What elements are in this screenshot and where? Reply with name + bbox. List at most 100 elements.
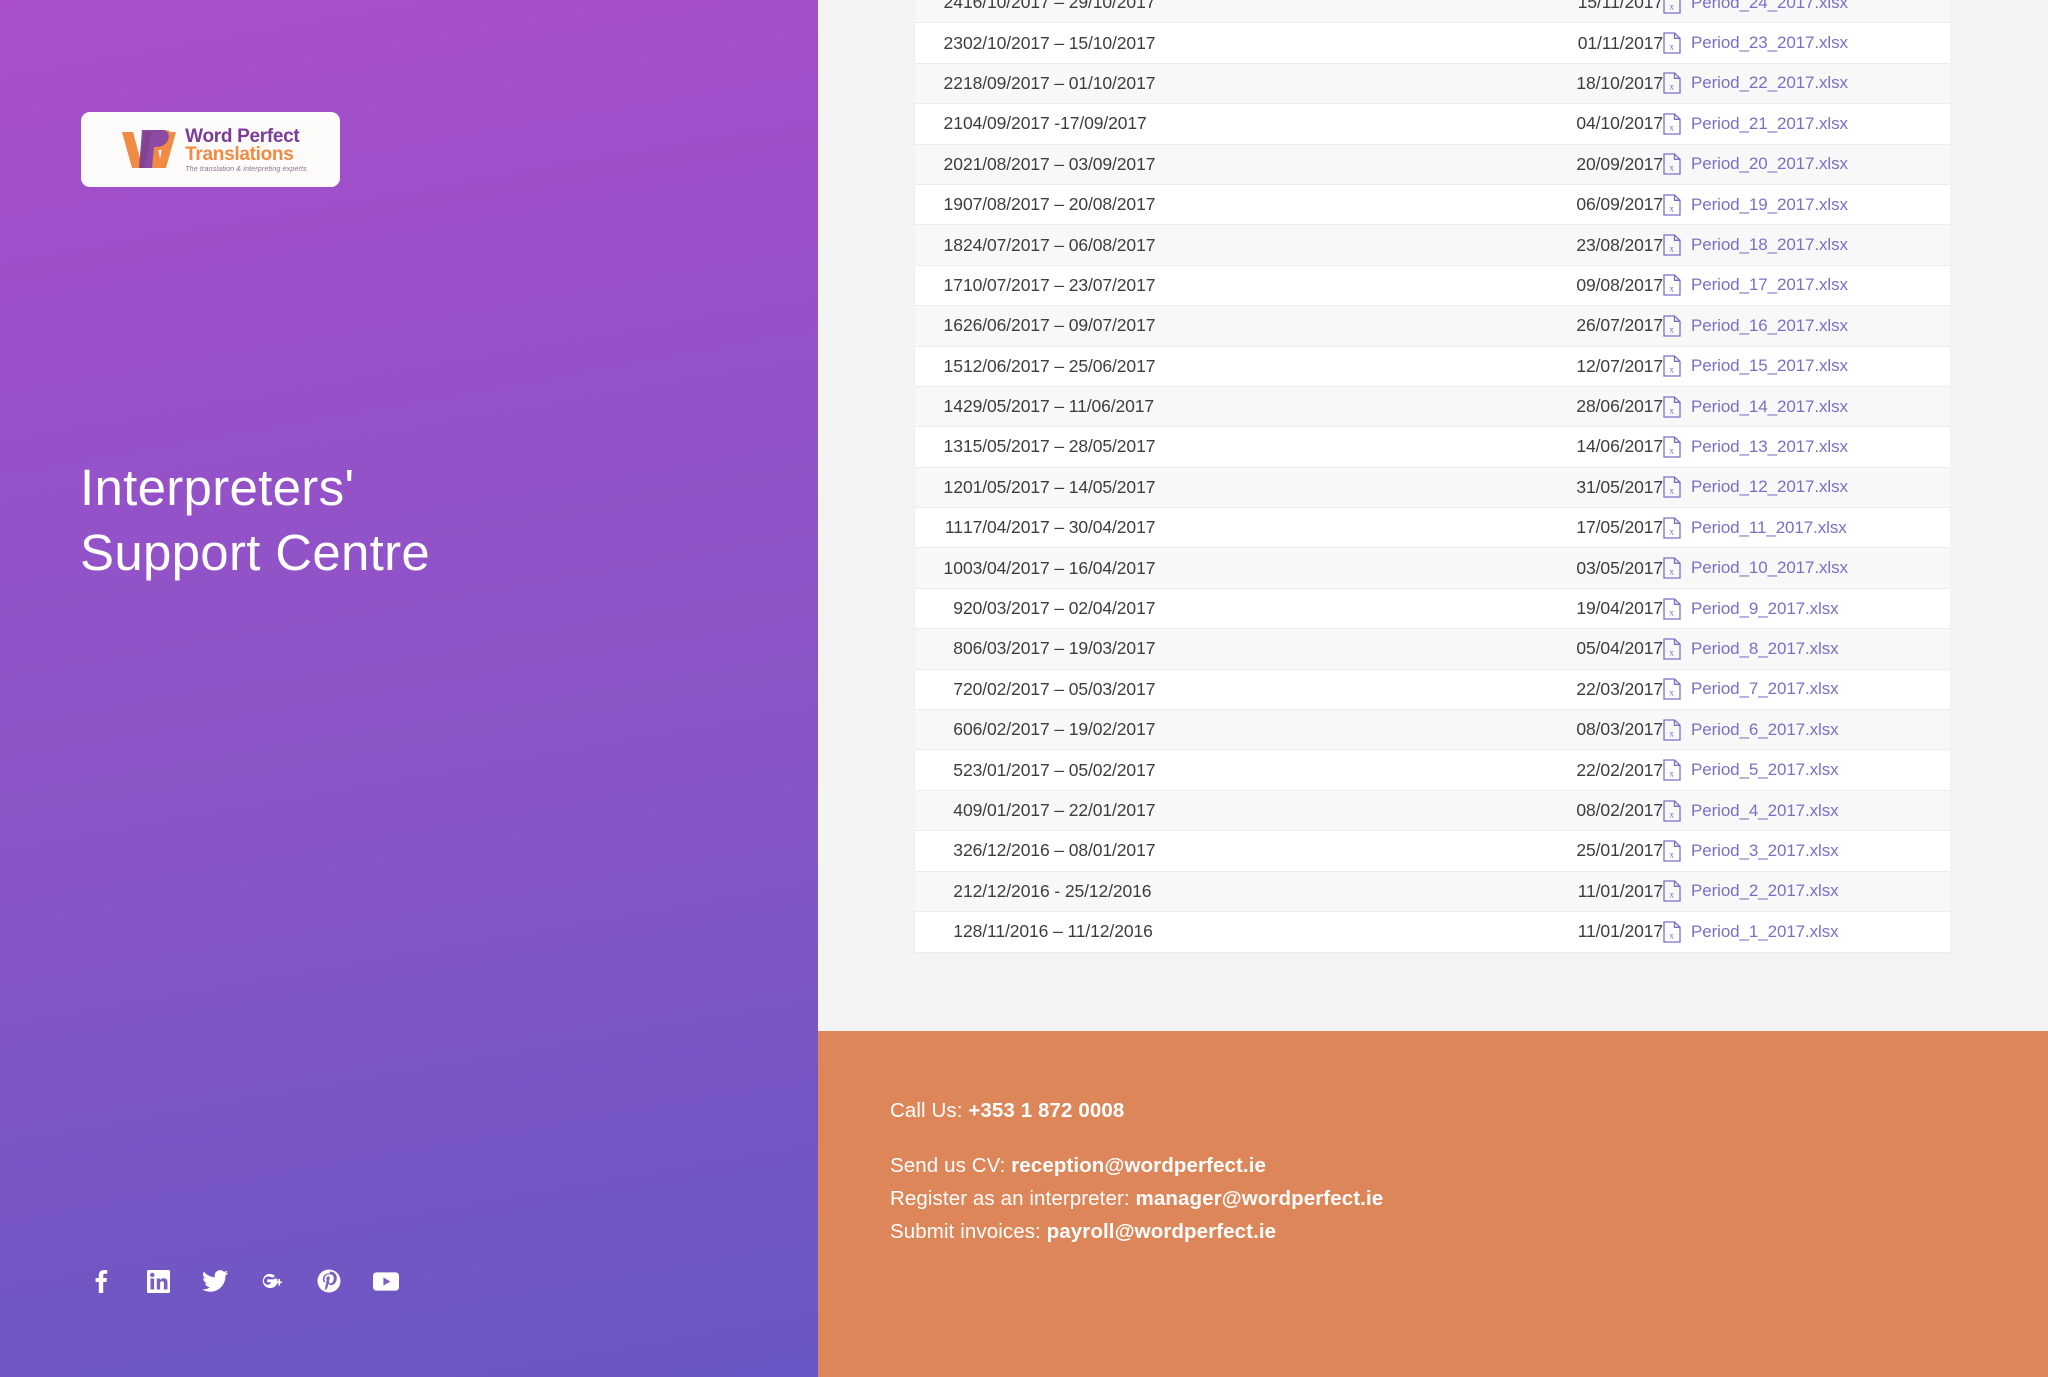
period-file-link[interactable]: Period_14_2017.xlsx (1691, 397, 1848, 417)
facebook-icon[interactable] (88, 1268, 114, 1294)
excel-file-icon: x (1663, 153, 1681, 175)
table-row: 23 02/10/2017 – 15/10/2017 01/11/2017 x Peri… (915, 22, 1950, 64)
period-file-link[interactable]: Period_2_2017.xlsx (1691, 881, 1839, 901)
period-file-link[interactable]: Period_15_2017.xlsx (1691, 356, 1848, 376)
table-row: 3 26/12/2016 – 08/01/2017 25/01/2017 x Perio… (915, 830, 1950, 872)
page-title-line-two: Support Centre (80, 524, 431, 582)
svg-text:x: x (1669, 607, 1674, 617)
svg-text:x: x (1669, 284, 1674, 294)
period-due-date: 06/09/2017 (1403, 183, 1663, 225)
footer-contact-block: Call Us: +353 1 872 0008 Send us CV: rec… (890, 1099, 1383, 1249)
period-file-cell: x Period_17_2017.xlsx (1663, 264, 1950, 306)
excel-file-icon: x (1663, 597, 1681, 620)
period-file-link[interactable]: Period_18_2017.xlsx (1691, 235, 1848, 255)
period-number: 24 (915, 0, 963, 23)
table-row: 21 04/09/2017 -17/09/2017 04/10/2017 x Perio… (915, 103, 1950, 145)
period-file-link[interactable]: Period_17_2017.xlsx (1691, 275, 1848, 295)
footer-invoices-email[interactable]: payroll@wordperfect.ie (1047, 1220, 1277, 1243)
period-file-cell: x Period_23_2017.xlsx (1663, 22, 1950, 64)
footer-phone[interactable]: +353 1 872 0008 (968, 1099, 1124, 1122)
page-title-line-one: Interpreters' (80, 459, 355, 516)
period-date-range: 26/06/2017 – 09/07/2017 (963, 305, 1403, 347)
period-date-range: 10/07/2017 – 23/07/2017 (963, 264, 1403, 306)
table-row: 1 28/11/2016 – 11/12/2016 11/01/2017 x Perio… (915, 910, 1950, 952)
table-row: 8 06/03/2017 – 19/03/2017 05/04/2017 x Perio… (915, 628, 1950, 670)
period-due-date: 03/05/2017 (1403, 547, 1663, 589)
period-file-link[interactable]: Period_1_2017.xlsx (1691, 922, 1839, 942)
excel-file-icon: x (1663, 638, 1681, 660)
period-file-link[interactable]: Period_8_2017.xlsx (1691, 639, 1839, 659)
period-file-link[interactable]: Period_5_2017.xlsx (1691, 760, 1839, 780)
period-due-date: 17/05/2017 (1403, 507, 1663, 548)
site-logo[interactable]: Word Perfect Translations The translatio… (81, 112, 340, 187)
period-file-cell: x Period_22_2017.xlsx (1663, 62, 1950, 104)
period-date-range: 03/04/2017 – 16/04/2017 (963, 547, 1403, 589)
period-due-date: 19/04/2017 (1403, 587, 1663, 629)
period-due-date: 14/06/2017 (1403, 426, 1663, 468)
excel-file-icon: x (1663, 880, 1681, 902)
period-number: 4 (915, 789, 963, 831)
excel-file-icon: x (1663, 759, 1681, 781)
linkedin-icon[interactable] (145, 1268, 171, 1294)
period-file-cell: x Period_18_2017.xlsx (1663, 224, 1950, 266)
period-file-link[interactable]: Period_19_2017.xlsx (1691, 195, 1848, 215)
logo-line-two: Translations (185, 144, 294, 166)
excel-file-icon: x (1663, 72, 1681, 95)
period-file-cell: x Period_10_2017.xlsx (1663, 547, 1950, 589)
period-date-range: 28/11/2016 – 11/12/2016 (963, 910, 1403, 952)
svg-text:x: x (1669, 82, 1674, 92)
table-row: 20 21/08/2017 – 03/09/2017 20/09/2017 x Peri… (915, 143, 1950, 185)
excel-file-icon: x (1663, 436, 1681, 458)
excel-file-icon: x (1663, 840, 1681, 862)
period-file-cell: x Period_6_2017.xlsx (1663, 709, 1950, 750)
period-file-link[interactable]: Period_16_2017.xlsx (1691, 316, 1848, 336)
period-date-range: 02/10/2017 – 15/10/2017 (963, 22, 1403, 64)
footer-cv-line: Send us CV: reception@wordperfect.ie (890, 1149, 1383, 1182)
period-file-link[interactable]: Period_3_2017.xlsx (1691, 841, 1839, 861)
period-file-link[interactable]: Period_6_2017.xlsx (1691, 720, 1839, 740)
period-due-date: 01/11/2017 (1403, 22, 1663, 64)
table-row: 12 01/05/2017 – 14/05/2017 31/05/2017 x Peri… (915, 466, 1950, 508)
period-file-link[interactable]: Period_13_2017.xlsx (1691, 437, 1848, 457)
period-number: 15 (915, 345, 963, 387)
period-due-date: 11/01/2017 (1403, 870, 1663, 912)
period-file-link[interactable]: Period_7_2017.xlsx (1691, 679, 1839, 699)
youtube-icon[interactable] (373, 1268, 399, 1294)
period-file-cell: x Period_7_2017.xlsx (1663, 668, 1950, 710)
period-number: 9 (915, 587, 963, 629)
period-number: 8 (915, 628, 963, 670)
period-file-link[interactable]: Period_22_2017.xlsx (1691, 73, 1848, 93)
period-due-date: 12/07/2017 (1403, 345, 1663, 387)
table-row: 9 20/03/2017 – 02/04/2017 19/04/2017 x Perio… (915, 587, 1950, 629)
period-due-date: 28/06/2017 (1403, 385, 1663, 427)
period-file-cell: x Period_2_2017.xlsx (1663, 870, 1950, 912)
period-number: 3 (915, 830, 963, 872)
table-row: 16 26/06/2017 – 09/07/2017 26/07/2017 x Peri… (915, 305, 1950, 347)
footer-register-email[interactable]: manager@wordperfect.ie (1136, 1187, 1384, 1210)
period-file-link[interactable]: Period_11_2017.xlsx (1691, 518, 1847, 538)
period-file-link[interactable]: Period_21_2017.xlsx (1691, 114, 1848, 134)
period-file-link[interactable]: Period_23_2017.xlsx (1691, 33, 1848, 53)
period-number: 19 (915, 183, 963, 225)
logo-tagline: The translation & interpreting experts (185, 164, 307, 174)
period-file-link[interactable]: Period_20_2017.xlsx (1691, 154, 1848, 174)
periods-table: 24 16/10/2017 – 29/10/2017 15/11/2017 x Peri… (915, 0, 1950, 952)
footer-invoices-label: Submit invoices: (890, 1220, 1047, 1244)
svg-text:x: x (1669, 809, 1674, 819)
period-file-cell: x Period_21_2017.xlsx (1663, 103, 1950, 145)
period-file-link[interactable]: Period_24_2017.xlsx (1691, 0, 1848, 13)
pinterest-icon[interactable] (316, 1268, 342, 1294)
period-number: 7 (915, 668, 963, 710)
period-file-cell: x Period_9_2017.xlsx (1663, 587, 1950, 629)
period-file-link[interactable]: Period_9_2017.xlsx (1691, 599, 1839, 619)
period-file-link[interactable]: Period_10_2017.xlsx (1691, 558, 1848, 578)
period-file-link[interactable]: Period_12_2017.xlsx (1691, 477, 1848, 497)
period-due-date: 31/05/2017 (1403, 466, 1663, 508)
footer-cv-email[interactable]: reception@wordperfect.ie (1011, 1154, 1266, 1177)
google-plus-icon[interactable] (259, 1268, 285, 1294)
period-due-date: 08/03/2017 (1403, 709, 1663, 750)
page-root: Word Perfect Translations The translatio… (0, 0, 2048, 1377)
twitter-icon[interactable] (202, 1268, 228, 1294)
period-due-date: 05/04/2017 (1403, 628, 1663, 670)
period-file-link[interactable]: Period_4_2017.xlsx (1691, 801, 1839, 821)
